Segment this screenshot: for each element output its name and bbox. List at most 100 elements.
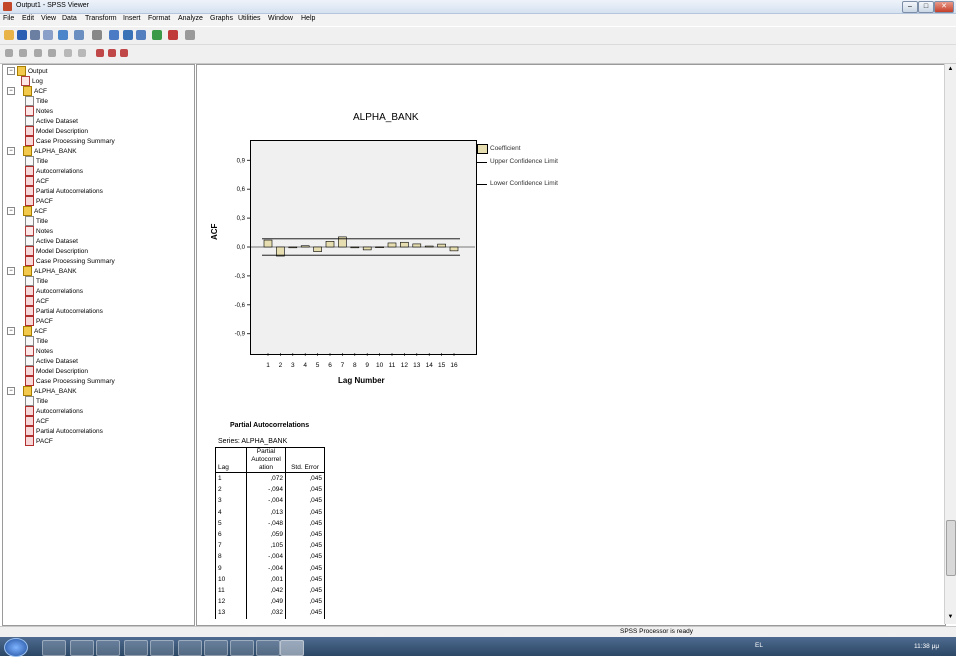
y-axis-label: ACF (210, 223, 219, 240)
cell-partial-autocorrelation: ,032 (246, 607, 286, 619)
cell-partial-autocorrelation: ,013 (246, 506, 286, 518)
cell-lag: 4 (215, 506, 247, 518)
cell-lag: 10 (215, 573, 247, 586)
cell-partial-autocorrelation: ,072 (246, 472, 286, 485)
cell-lag: 1 (215, 472, 247, 485)
acf-bar (400, 241, 409, 248)
language-indicator[interactable]: EL (755, 642, 763, 649)
cell-std-error: ,045 (285, 585, 325, 597)
table-row: 4,013,045 (215, 506, 325, 518)
y-tick-label: -0,3 (235, 274, 246, 280)
cell-partial-autocorrelation: -,004 (246, 495, 286, 507)
taskbar-chrome-icon[interactable] (150, 640, 174, 656)
header-partial-autocorrelation: Partial Autocorrel ation (246, 447, 286, 473)
header-lag: Lag (215, 447, 247, 473)
acf-bar (387, 242, 397, 248)
taskbar-word-icon[interactable] (256, 640, 280, 656)
table-row: 7,105,045 (215, 540, 325, 552)
x-tick-label: 1 (266, 362, 270, 369)
table-row: 9 -,004,045 (215, 562, 325, 574)
taskbar-firefox-icon[interactable] (96, 640, 120, 656)
x-tick-label: 14 (426, 362, 434, 369)
cell-lag: 9 (215, 562, 247, 574)
cell-lag: 2 (215, 484, 247, 496)
x-tick-label: 16 (450, 362, 458, 369)
cell-lag: 6 (215, 529, 247, 541)
cell-std-error: ,045 (285, 506, 325, 518)
taskbar-network-icon[interactable] (124, 640, 148, 656)
cell-std-error: ,045 (285, 529, 325, 541)
x-tick-label: 10 (376, 362, 384, 369)
taskbar-media-player-icon[interactable] (70, 640, 94, 656)
cell-partial-autocorrelation: -,004 (246, 562, 286, 574)
taskbar-excel-icon[interactable] (204, 640, 228, 656)
cell-lag: 8 (215, 551, 247, 563)
cell-std-error: ,045 (285, 472, 325, 485)
cell-std-error: ,045 (285, 495, 325, 507)
acf-chart: 0,90,60,30,0-0,3-0,6-0,91 2 3 4 5 6 7 8 9 10 11 12 1… (235, 158, 475, 369)
table-row: 1,072,045 (215, 472, 325, 485)
cell-std-error: ,045 (285, 540, 325, 552)
partial-autocorrelations-table: Lag Partial Autocorrel ation Std. Error … (215, 447, 325, 619)
cell-lag: 12 (215, 596, 247, 608)
taskbar-folder-icon[interactable] (178, 640, 202, 656)
acf-bar (375, 246, 384, 249)
y-tick-label: -0,6 (235, 303, 246, 309)
table-row: 2 -,094,045 (215, 484, 325, 496)
legend-lower-line (477, 184, 487, 185)
acf-bar (449, 246, 459, 252)
cell-partial-autocorrelation: ,049 (246, 596, 286, 608)
cell-partial-autocorrelation: -,048 (246, 517, 286, 530)
cell-lag: 11 (215, 585, 247, 597)
legend-lower-label: Lower Confidence Limit (490, 180, 558, 187)
cell-partial-autocorrelation: ,059 (246, 529, 286, 541)
acf-bar (313, 246, 322, 252)
cell-lag: 7 (215, 540, 247, 552)
x-tick-label: 11 (389, 362, 396, 369)
x-tick-label: 12 (401, 362, 409, 369)
legend-upper-label: Upper Confidence Limit (490, 158, 558, 165)
cell-std-error: ,045 (285, 484, 325, 496)
acf-bar (300, 245, 310, 248)
acf-bar (362, 246, 372, 251)
acf-bar (288, 246, 298, 249)
acf-bar (412, 243, 422, 248)
x-tick-label: 5 (316, 362, 320, 369)
cell-std-error: ,045 (285, 607, 325, 619)
cell-lag: 3 (215, 495, 247, 507)
cell-lag: 13 (215, 607, 247, 619)
taskbar-sigma-icon[interactable] (230, 640, 254, 656)
y-tick-label: 0,6 (237, 187, 246, 193)
start-button[interactable] (4, 638, 28, 657)
y-tick-label: 0,0 (237, 245, 246, 251)
cell-partial-autocorrelation: ,001 (246, 573, 286, 586)
acf-bar (437, 243, 446, 248)
table-row: 6,059,045 (215, 529, 325, 541)
x-axis-label: Lag Number (338, 376, 385, 385)
x-tick-label: 13 (413, 362, 421, 369)
cell-std-error: ,045 (285, 562, 325, 574)
legend-coefficient-swatch (477, 144, 488, 154)
x-tick-label: 3 (291, 362, 295, 369)
clock[interactable]: 11:38 μμ (914, 643, 939, 650)
x-tick-label: 9 (365, 362, 369, 369)
table-series-label: Series: ALPHA_BANK (218, 438, 288, 445)
taskbar-spss-icon[interactable] (280, 640, 304, 656)
x-tick-label: 7 (341, 362, 345, 369)
taskbar-explorer-icon[interactable] (42, 640, 66, 656)
x-tick-label: 6 (328, 362, 332, 369)
header-std-error: Std. Error (285, 447, 325, 473)
cell-partial-autocorrelation: ,105 (246, 540, 286, 552)
table-row: 5 -,048,045 (215, 517, 325, 530)
cell-lag: 5 (215, 517, 247, 530)
table-row: 10,001,045 (215, 573, 325, 586)
table-row: 3 -,004,045 (215, 495, 325, 507)
table-row: 8 -,004,045 (215, 551, 325, 563)
legend-upper-line (477, 162, 487, 163)
table-row: 11,042,045 (215, 585, 325, 597)
x-tick-label: 15 (438, 362, 446, 369)
x-tick-label: 4 (303, 362, 307, 369)
y-tick-label: -0,9 (235, 332, 246, 338)
y-tick-label: 0,3 (237, 216, 246, 222)
y-tick-label: 0,9 (237, 158, 246, 164)
